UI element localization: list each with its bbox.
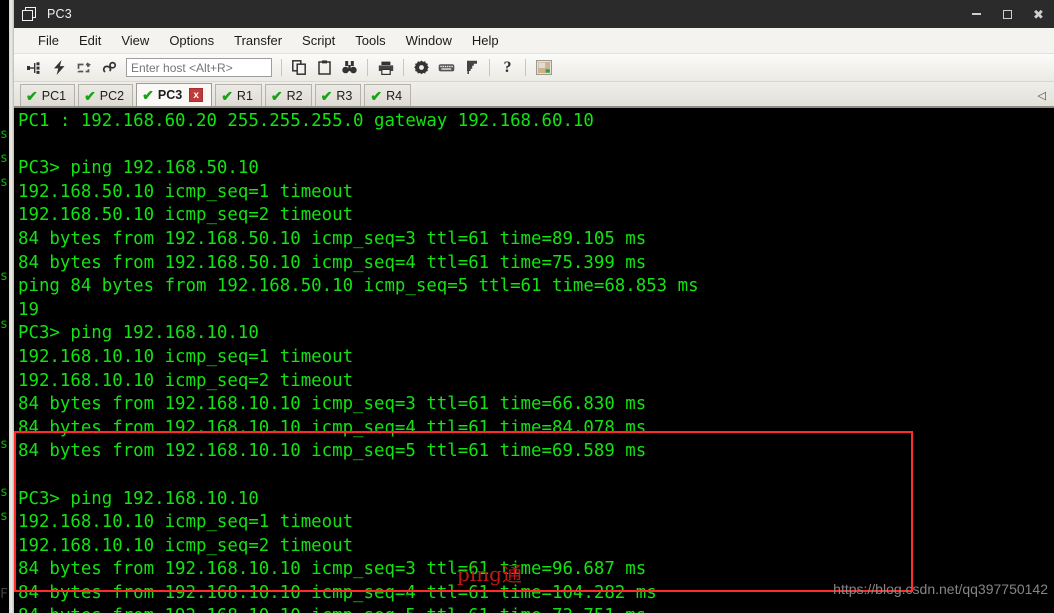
securecrt-window: PC3 ✖ File Edit View Options Transfer Sc… <box>14 0 1054 613</box>
menu-item-edit[interactable]: Edit <box>69 30 111 51</box>
check-icon: ✔ <box>370 87 383 104</box>
background-window-glyph: s <box>0 509 8 524</box>
menu-item-view[interactable]: View <box>111 30 159 51</box>
tab-label: PC3 <box>157 88 183 102</box>
terminal-line: 192.168.50.10 icmp_seq=1 timeout <box>18 181 354 202</box>
background-window-glyph: s <box>0 485 8 500</box>
settings-gear-icon[interactable] <box>410 57 433 79</box>
title-bar[interactable]: PC3 ✖ <box>14 0 1054 28</box>
background-window-glyph: s <box>0 127 8 142</box>
help-question-icon[interactable]: ? <box>496 57 519 79</box>
terminal-line: 192.168.10.10 icmp_seq=2 timeout <box>18 535 354 556</box>
close-button[interactable]: ✖ <box>1023 0 1054 28</box>
menu-item-tools[interactable]: Tools <box>345 30 395 51</box>
menu-bar: File Edit View Options Transfer Script T… <box>14 28 1054 54</box>
toolbar: ? <box>14 54 1054 82</box>
terminal-text: PC1 : 192.168.60.20 255.255.255.0 gatewa… <box>18 110 1054 613</box>
background-window-glyph: s <box>0 317 8 332</box>
background-window-glyph: s <box>0 175 8 190</box>
menu-item-script[interactable]: Script <box>292 30 345 51</box>
background-window-glyph: F <box>0 587 8 602</box>
terminal-line: 192.168.10.10 icmp_seq=2 timeout <box>18 370 354 391</box>
watermark: https://blog.csdn.net/qq397750142 <box>833 581 1048 597</box>
menu-item-transfer[interactable]: Transfer <box>224 30 292 51</box>
background-window-glyph: s <box>0 437 8 452</box>
terminal-line: 84 bytes from 192.168.10.10 icmp_seq=4 t… <box>18 417 647 438</box>
window-title: PC3 <box>47 7 72 21</box>
minimize-button[interactable] <box>961 0 992 28</box>
keyboard-icon[interactable] <box>435 57 458 79</box>
menu-item-window[interactable]: Window <box>396 30 462 51</box>
tab-pc2[interactable]: ✔ PC2 <box>78 84 134 106</box>
ping-success-annotation: ping通 <box>457 562 522 586</box>
host-input[interactable] <box>126 58 272 77</box>
terminal-line: 19 <box>18 299 39 320</box>
tab-label: R1 <box>236 88 253 103</box>
background-window-glyph: s <box>0 269 8 284</box>
terminal-line: PC1 : 192.168.60.20 255.255.255.0 gatewa… <box>18 111 594 131</box>
background-window[interactable]: s s s s s s s s F <box>0 0 14 613</box>
toolbar-separator <box>403 59 404 76</box>
background-window-glyph: s <box>0 151 8 166</box>
tab-r3[interactable]: ✔ R3 <box>314 84 362 106</box>
maximize-button[interactable] <box>992 0 1023 28</box>
check-icon: ✔ <box>142 87 154 103</box>
reconnect-loop-icon[interactable] <box>73 57 96 79</box>
terminal-output[interactable]: PC1 : 192.168.60.20 255.255.255.0 gatewa… <box>14 108 1054 613</box>
paste-icon[interactable] <box>313 57 336 79</box>
terminal-line: PC3> ping 192.168.10.10 <box>18 488 259 509</box>
toolbar-separator <box>281 59 282 76</box>
check-icon: ✔ <box>320 87 333 104</box>
check-icon: ✔ <box>26 87 38 104</box>
terminal-line: 192.168.50.10 icmp_seq=2 timeout <box>18 205 354 226</box>
tab-label: R3 <box>336 88 353 103</box>
tab-label: PC2 <box>99 88 125 103</box>
terminal-line: 84 bytes from 192.168.10.10 icmp_seq=3 t… <box>18 394 647 415</box>
connect-icon[interactable] <box>23 57 46 79</box>
menu-item-options[interactable]: Options <box>159 30 224 51</box>
check-icon: ✔ <box>84 87 96 104</box>
tab-pc3[interactable]: ✔ PC3 x <box>136 83 213 106</box>
toolbar-separator <box>489 59 490 76</box>
tab-label: R2 <box>286 88 303 103</box>
terminal-line: 84 bytes from 192.168.10.10 icmp_seq=5 t… <box>18 441 647 462</box>
menu-item-file[interactable]: File <box>28 30 69 51</box>
tab-label: R4 <box>386 88 403 103</box>
copy-icon[interactable] <box>288 57 311 79</box>
terminal-line: 192.168.10.10 icmp_seq=1 timeout <box>18 346 354 367</box>
terminal-line: ping 84 bytes from 192.168.50.10 icmp_se… <box>18 276 699 297</box>
session-manager-icon[interactable] <box>532 57 555 79</box>
toolbar-separator <box>367 59 368 76</box>
key-icon[interactable] <box>460 57 483 79</box>
tab-r4[interactable]: ✔ R4 <box>364 84 412 106</box>
window-controls: ✖ <box>961 0 1054 28</box>
check-icon: ✔ <box>270 87 283 104</box>
find-binoculars-icon[interactable] <box>338 57 361 79</box>
tab-close-icon[interactable]: x <box>189 88 204 102</box>
terminal-line: 84 bytes from 192.168.50.10 icmp_seq=4 t… <box>18 252 647 273</box>
check-icon: ✔ <box>221 87 233 104</box>
terminal-line: 84 bytes from 192.168.10.10 icmp_seq=5 t… <box>18 605 1054 613</box>
tab-r2[interactable]: ✔ R2 <box>264 84 312 106</box>
menu-item-help[interactable]: Help <box>462 30 509 51</box>
terminal-line: 84 bytes from 192.168.50.10 icmp_seq=3 t… <box>18 228 647 249</box>
terminal-line: 192.168.10.10 icmp_seq=1 timeout <box>18 512 354 533</box>
terminal-line: 84 bytes from 192.168.10.10 icmp_seq=3 t… <box>18 559 647 580</box>
tab-label: PC1 <box>41 88 67 103</box>
tab-scroll-left-icon[interactable]: ◁ <box>1038 89 1046 102</box>
tab-bar: ✔ PC1 ✔ PC2 ✔ PC3 x ✔ R1 ✔ R2 ✔ R3 ✔ R4 … <box>14 82 1054 108</box>
print-icon[interactable] <box>374 57 397 79</box>
toolbar-separator <box>525 59 526 76</box>
disconnect-icon[interactable] <box>98 57 121 79</box>
tab-pc1[interactable]: ✔ PC1 <box>20 84 76 106</box>
terminal-line: PC3> ping 192.168.50.10 <box>18 158 259 179</box>
quick-connect-lightning-icon[interactable] <box>48 57 71 79</box>
terminal-line: PC3> ping 192.168.10.10 <box>18 323 259 344</box>
window-stack-icon <box>22 7 38 21</box>
tab-r1[interactable]: ✔ R1 <box>215 84 262 106</box>
